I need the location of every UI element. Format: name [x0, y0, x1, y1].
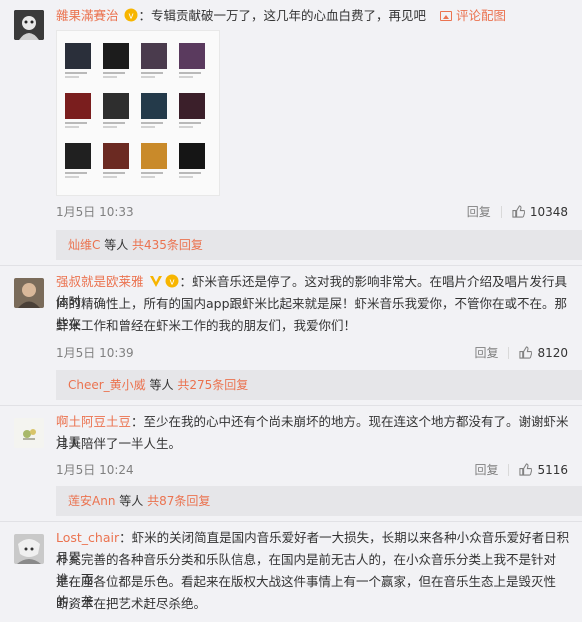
avatar[interactable]	[14, 10, 44, 40]
comment-text-line: 月天陪伴了一半人生。	[56, 434, 574, 454]
album-thumbnail	[141, 143, 167, 178]
comment-feed: 雜果滿賽治 v ：专辑贡献破一万了，这几年的心血白费了，再见吧 评论配图 1月5…	[0, 0, 582, 622]
separator: ：	[138, 8, 152, 23]
timestamp: 1月5日 10:33	[56, 205, 134, 219]
reply-user-link[interactable]: 灿维C	[68, 238, 100, 252]
thumbs-up-icon	[519, 346, 533, 359]
album-thumbnail	[65, 143, 91, 178]
timestamp: 1月5日 10:24	[56, 463, 134, 477]
username-link[interactable]: 强叔就是欧莱雅	[56, 274, 144, 289]
replies-summary[interactable]: 莲安Ann 等人 共87条回复	[56, 486, 582, 516]
thumbs-up-icon	[519, 463, 533, 476]
comment-meta: 1月5日 10:24 回复 5116	[56, 461, 568, 479]
avatar[interactable]	[14, 418, 44, 448]
album-thumbnail	[179, 43, 205, 78]
separator: ：	[131, 414, 144, 429]
like-button[interactable]: 10348	[512, 205, 568, 219]
like-count: 8120	[537, 345, 568, 360]
comment-meta: 1月5日 10:39 回复 8120	[56, 344, 568, 362]
like-count: 10348	[529, 204, 568, 219]
divider	[508, 346, 510, 359]
divider	[508, 463, 510, 476]
username-link[interactable]: 雜果滿賽治	[56, 8, 119, 23]
svg-text:v: v	[128, 12, 134, 22]
attached-image[interactable]	[56, 30, 220, 196]
comment-text: 专辑贡献破一万了，这几年的心血白费了，再见吧	[151, 8, 427, 23]
reply-button[interactable]: 回复	[467, 203, 491, 220]
album-thumbnail	[179, 143, 205, 178]
replies-text: 等人	[145, 378, 178, 392]
vip-badge-icon: v	[165, 274, 179, 288]
replies-text: 等人	[100, 238, 133, 252]
reply-button[interactable]: 回复	[474, 461, 498, 478]
comment-actions: 回复 5116	[474, 461, 568, 478]
divider	[0, 521, 582, 522]
album-thumbnail	[103, 143, 129, 178]
avatar[interactable]	[14, 278, 44, 308]
comment-meta: 1月5日 10:33 回复 10348	[56, 203, 568, 221]
separator: ：	[119, 530, 132, 545]
avatar[interactable]	[14, 534, 44, 564]
replies-count-link[interactable]: 共435条回复	[132, 238, 203, 252]
album-thumbnail	[103, 93, 129, 128]
reply-user-link[interactable]: 莲安Ann	[68, 494, 115, 508]
separator: ：	[179, 274, 193, 289]
like-button[interactable]: 8120	[519, 346, 568, 360]
like-count: 5116	[537, 462, 568, 477]
svg-text:v: v	[169, 278, 175, 288]
verified-v-icon	[149, 274, 163, 288]
username-link[interactable]: 啊土阿豆土豆	[56, 414, 131, 429]
picture-icon[interactable]	[440, 11, 453, 21]
album-thumbnail	[179, 93, 205, 128]
timestamp: 1月5日 10:39	[56, 346, 134, 360]
album-thumbnail	[65, 43, 91, 78]
comment-actions: 回复 8120	[474, 344, 568, 361]
comment-text: 虾米工作和曾经在虾米工作的我的朋友们，我爱你们！	[56, 318, 357, 333]
comment-text-line: 雜果滿賽治 v ：专辑贡献破一万了，这几年的心血白费了，再见吧 评论配图	[56, 6, 574, 26]
divider	[500, 205, 502, 218]
album-thumbnail	[65, 93, 91, 128]
like-button[interactable]: 5116	[519, 463, 568, 477]
replies-summary[interactable]: 灿维C 等人 共435条回复	[56, 230, 582, 260]
comment-text: 月天陪伴了一半人生。	[56, 436, 182, 451]
divider	[0, 265, 582, 266]
username-link[interactable]: Lost_chair	[56, 530, 119, 545]
thumbs-up-icon	[512, 205, 525, 218]
replies-summary[interactable]: Cheer_黄小威 等人 共275条回复	[56, 370, 582, 400]
comment-text-line: 虾米工作和曾经在虾米工作的我的朋友们，我爱你们！	[56, 316, 574, 336]
reply-user-link[interactable]: Cheer_黄小威	[68, 378, 146, 392]
vip-badge-icon: v	[124, 8, 138, 22]
reply-button[interactable]: 回复	[474, 344, 498, 361]
album-thumbnail	[141, 43, 167, 78]
divider	[0, 405, 582, 406]
replies-count-link[interactable]: 共275条回复	[177, 378, 248, 392]
comment-image-link[interactable]: 评论配图	[456, 8, 506, 23]
album-thumbnail	[141, 93, 167, 128]
replies-count-link[interactable]: 共87条回复	[147, 494, 210, 508]
album-thumbnail	[103, 43, 129, 78]
replies-text: 等人	[115, 494, 148, 508]
comment-text-line: 断资本在把艺术赶尽杀绝。	[56, 594, 574, 614]
comment-actions: 回复 10348	[467, 203, 568, 220]
comment-text: 断资本在把艺术赶尽杀绝。	[56, 596, 207, 611]
